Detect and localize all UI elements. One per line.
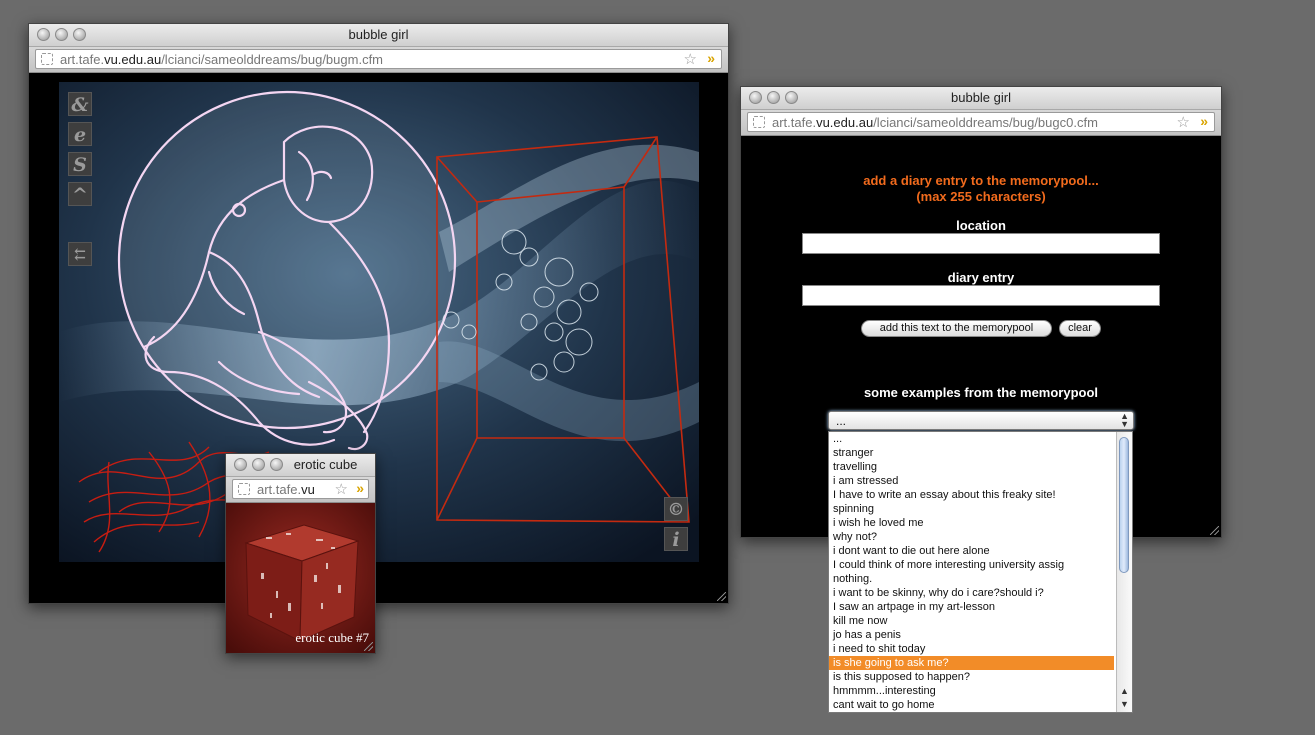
copyright-icon[interactable]: © (664, 497, 688, 521)
memorypool-option[interactable]: kill me now (829, 614, 1114, 628)
memorypool-option[interactable]: is this supposed to happen? (829, 670, 1114, 684)
memorypool-option[interactable]: why not? (829, 530, 1114, 544)
diary-window-toolbar: art.tafe.vu.edu.au/lcianci/sameolddreams… (741, 110, 1221, 136)
main-window-titlebar[interactable]: bubble girl (29, 24, 728, 47)
bookmark-star-icon[interactable]: ☆ (335, 480, 348, 498)
minimize-button[interactable] (252, 458, 265, 471)
memorypool-option[interactable]: cant wait to go home (829, 698, 1114, 712)
page-icon (753, 116, 765, 128)
main-window-toolbar: art.tafe.vu.edu.au/lcianci/sameolddreams… (29, 47, 728, 73)
scrollbar-thumb[interactable] (1119, 437, 1129, 573)
diary-window-titlebar[interactable]: bubble girl (741, 87, 1221, 110)
memorypool-option[interactable]: I saw an artpage in my art-lesson (829, 600, 1114, 614)
bookmark-star-icon[interactable]: ☆ (1177, 113, 1190, 131)
memorypool-option[interactable]: I could think of more interesting univer… (829, 558, 1114, 572)
memorypool-option[interactable]: i want to be skinny, why do i care?shoul… (829, 586, 1114, 600)
scroll-down-icon[interactable]: ▼ (1120, 699, 1129, 709)
s-nav-icon[interactable]: S (68, 152, 92, 176)
select-arrows-icon: ▲ ▼ (1120, 411, 1129, 429)
scroll-up-icon[interactable]: ▲ (1120, 686, 1129, 696)
page-icon (41, 53, 53, 65)
window-title: erotic cube (293, 457, 358, 472)
cube-browser-window: erotic cube art.tafe.vu ☆ » erotic cube … (225, 453, 376, 654)
memorypool-option[interactable]: ... (829, 432, 1114, 446)
cube-window-titlebar[interactable]: erotic cube (226, 454, 375, 477)
diary-heading-limit: (max 255 characters) (916, 189, 1046, 204)
resize-grip[interactable] (364, 642, 373, 651)
url-text: art.tafe.vu (257, 482, 315, 497)
memorypool-option[interactable]: nothing. (829, 572, 1114, 586)
address-bar[interactable]: art.tafe.vu.edu.au/lcianci/sameolddreams… (35, 49, 722, 69)
memorypool-option[interactable]: i wish he loved me (829, 516, 1114, 530)
url-text: art.tafe.vu.edu.au/lcianci/sameolddreams… (60, 52, 384, 67)
address-bar[interactable]: art.tafe.vu ☆ » (232, 479, 369, 499)
bubble-girl-artwork[interactable] (59, 82, 699, 562)
cube-window-toolbar: art.tafe.vu ☆ » (226, 477, 375, 503)
resize-grip[interactable] (717, 592, 726, 601)
e-nav-icon[interactable]: e (68, 122, 92, 146)
window-title: bubble girl (348, 27, 409, 42)
close-button[interactable] (234, 458, 247, 471)
memorypool-option[interactable]: is she going to ask me? (829, 656, 1114, 670)
examples-label: some examples from the memorypool (863, 385, 1099, 400)
ampersand-nav-icon[interactable]: & (68, 92, 92, 116)
memorypool-select[interactable]: ... ▲ ▼ (828, 411, 1134, 430)
memorypool-option[interactable]: I have to write an essay about this frea… (829, 488, 1114, 502)
diary-entry-label: diary entry (947, 270, 1015, 285)
memorypool-option[interactable]: i am stressed (829, 474, 1114, 488)
select-value: ... (836, 414, 847, 428)
memorypool-option[interactable]: hmmmm...interesting (829, 684, 1114, 698)
location-label: location (956, 218, 1006, 233)
page-icon (238, 483, 250, 495)
diary-entry-input[interactable] (802, 285, 1160, 306)
list-scrollbar[interactable]: ▲ ▼ (1116, 432, 1132, 712)
up-nav-icon[interactable]: ^ (68, 182, 92, 206)
go-arrow-icon[interactable]: » (707, 50, 715, 66)
window-title: bubble girl (951, 90, 1011, 105)
memorypool-options-list[interactable]: ... stranger travelling i am stressed I have… (828, 431, 1133, 713)
cube-caption: erotic cube #7 (295, 630, 369, 645)
address-bar[interactable]: art.tafe.vu.edu.au/lcianci/sameolddreams… (747, 112, 1215, 132)
memorypool-option[interactable]: i dont want to die out here alone (829, 544, 1114, 558)
memorypool-option[interactable]: i need to shit today (829, 642, 1114, 656)
go-arrow-icon[interactable]: » (1200, 113, 1208, 129)
options-container: ... stranger travelling i am stressed I have… (829, 432, 1132, 712)
url-text: art.tafe.vu.edu.au/lcianci/sameolddreams… (772, 115, 1098, 130)
go-arrow-icon[interactable]: » (356, 480, 364, 496)
memorypool-option[interactable]: jo has a penis (829, 628, 1114, 642)
clear-button[interactable]: clear (1059, 320, 1101, 337)
bookmark-star-icon[interactable]: ☆ (684, 50, 697, 68)
diary-heading: add a diary entry to the memorypool... (863, 173, 1099, 188)
back-nav-icon[interactable]: ⇇ (68, 242, 92, 266)
memorypool-option[interactable]: spinning (829, 502, 1114, 516)
main-browser-window: bubble girl art.tafe.vu.edu.au/lcianci/s… (28, 23, 729, 604)
memorypool-option[interactable]: stranger (829, 446, 1114, 460)
location-input[interactable] (802, 233, 1160, 254)
info-icon[interactable]: i (664, 527, 688, 551)
memorypool-option[interactable]: travelling (829, 460, 1114, 474)
resize-grip[interactable] (1210, 526, 1219, 535)
add-to-memorypool-button[interactable]: add this text to the memorypool (861, 320, 1052, 337)
